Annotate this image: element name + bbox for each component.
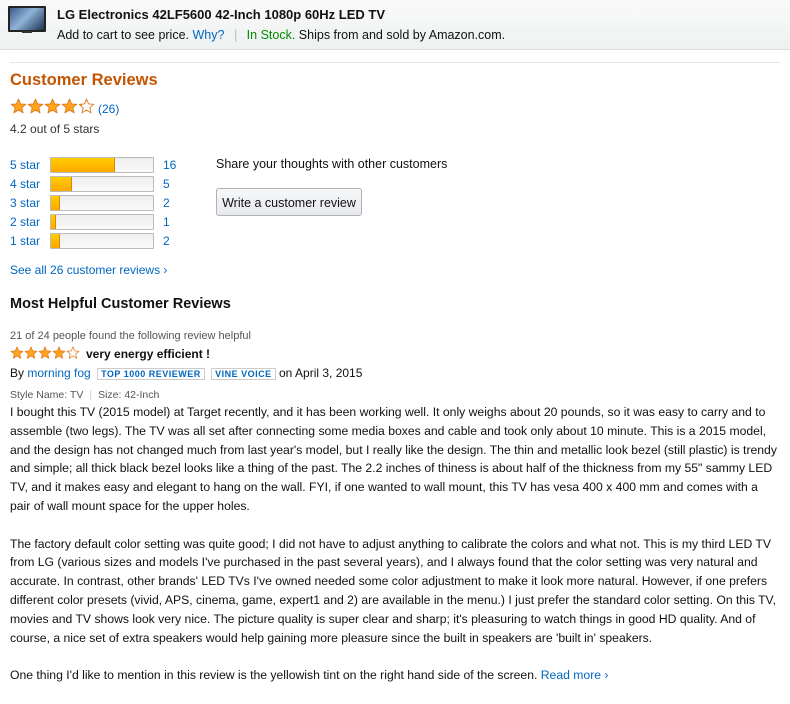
star-icon	[44, 98, 61, 115]
review-paragraph-text: One thing I'd like to mention in this re…	[10, 668, 538, 683]
see-all-reviews-link[interactable]: See all 26 customer reviews ›	[10, 263, 167, 277]
histogram-bar-fill	[51, 215, 56, 229]
histogram-star-label[interactable]: 2 star	[10, 215, 40, 229]
review-title[interactable]: very energy efficient !	[86, 347, 210, 361]
star-icon	[61, 98, 78, 115]
price-line: Add to cart to see price. Why? | In Stoc…	[57, 28, 505, 42]
stock-status: In Stock.	[246, 28, 296, 42]
histogram-count[interactable]: 16	[163, 158, 176, 172]
review-paragraph: I bought this TV (2015 model) at Target …	[10, 405, 777, 513]
average-rating-text: 4.2 out of 5 stars	[10, 122, 100, 136]
histogram-count[interactable]: 2	[163, 196, 170, 210]
histogram-bar[interactable]	[50, 157, 154, 173]
product-variant-line: Style Name: TV | Size: 42-Inch	[10, 389, 159, 401]
review-paragraph: One thing I'd like to mention in this re…	[10, 666, 780, 685]
star-icon	[38, 346, 52, 360]
histogram-count[interactable]: 5	[163, 177, 170, 191]
histogram-count[interactable]: 1	[163, 215, 170, 229]
by-label: By	[10, 366, 25, 380]
review-byline: By morning fog TOP 1000 REVIEWER VINE VO…	[10, 366, 362, 380]
review-count-link[interactable]: (26)	[98, 102, 119, 116]
most-helpful-heading: Most Helpful Customer Reviews	[10, 296, 231, 312]
author-link[interactable]: morning fog	[27, 366, 90, 380]
histogram-star-label[interactable]: 1 star	[10, 234, 40, 248]
histogram-star-label[interactable]: 4 star	[10, 177, 40, 191]
helpful-votes-text: 21 of 24 people found the following revi…	[10, 330, 251, 342]
histogram-bar[interactable]	[50, 233, 154, 249]
histogram-bar-fill	[51, 234, 60, 248]
style-name: Style Name: TV	[10, 389, 84, 401]
histogram-bar[interactable]	[50, 195, 154, 211]
histogram-row[interactable]: 2 star 1	[10, 214, 190, 230]
histogram-bar[interactable]	[50, 176, 154, 192]
share-thoughts-text: Share your thoughts with other customers	[216, 157, 448, 171]
review-body: I bought this TV (2015 model) at Target …	[10, 403, 780, 704]
star-icon	[10, 98, 27, 115]
histogram-star-label[interactable]: 5 star	[10, 158, 40, 172]
histogram-row[interactable]: 5 star 16	[10, 157, 190, 173]
why-link[interactable]: Why?	[193, 28, 225, 42]
vine-voice-badge[interactable]: VINE VOICE	[211, 368, 276, 380]
star-icon	[66, 346, 80, 360]
histogram-bar-fill	[51, 177, 72, 191]
star-icon	[52, 346, 66, 360]
divider: |	[233, 28, 238, 42]
star-icon	[24, 346, 38, 360]
divider: |	[89, 389, 93, 401]
review-date: on April 3, 2015	[279, 366, 363, 380]
product-header: LG Electronics 42LF5600 42-Inch 1080p 60…	[0, 0, 790, 50]
product-thumbnail[interactable]	[8, 6, 46, 32]
star-icon	[10, 346, 24, 360]
histogram-count[interactable]: 2	[163, 234, 170, 248]
price-text: Add to cart to see price.	[57, 28, 190, 42]
top-reviewer-badge[interactable]: TOP 1000 REVIEWER	[97, 368, 205, 380]
histogram-row[interactable]: 4 star 5	[10, 176, 190, 192]
histogram-row[interactable]: 1 star 2	[10, 233, 190, 249]
size-name: Size: 42-Inch	[98, 389, 160, 401]
histogram-bar[interactable]	[50, 214, 154, 230]
customer-reviews-heading: Customer Reviews	[10, 71, 158, 89]
tv-stand-shape	[22, 31, 32, 33]
write-review-button[interactable]: Write a customer review	[216, 188, 362, 216]
ships-text: Ships from and sold by Amazon.com.	[298, 28, 506, 42]
average-rating-stars[interactable]	[10, 98, 95, 115]
star-icon	[78, 98, 95, 115]
histogram-star-label[interactable]: 3 star	[10, 196, 40, 210]
product-title[interactable]: LG Electronics 42LF5600 42-Inch 1080p 60…	[57, 7, 385, 22]
histogram-row[interactable]: 3 star 2	[10, 195, 190, 211]
section-divider	[10, 62, 780, 63]
histogram-bar-fill	[51, 196, 60, 210]
histogram-bar-fill	[51, 158, 115, 172]
review-paragraph: The factory default color setting was qu…	[10, 536, 776, 645]
read-more-link[interactable]: Read more ›	[541, 668, 609, 682]
star-icon	[27, 98, 44, 115]
review-rating-stars[interactable]	[10, 346, 80, 360]
